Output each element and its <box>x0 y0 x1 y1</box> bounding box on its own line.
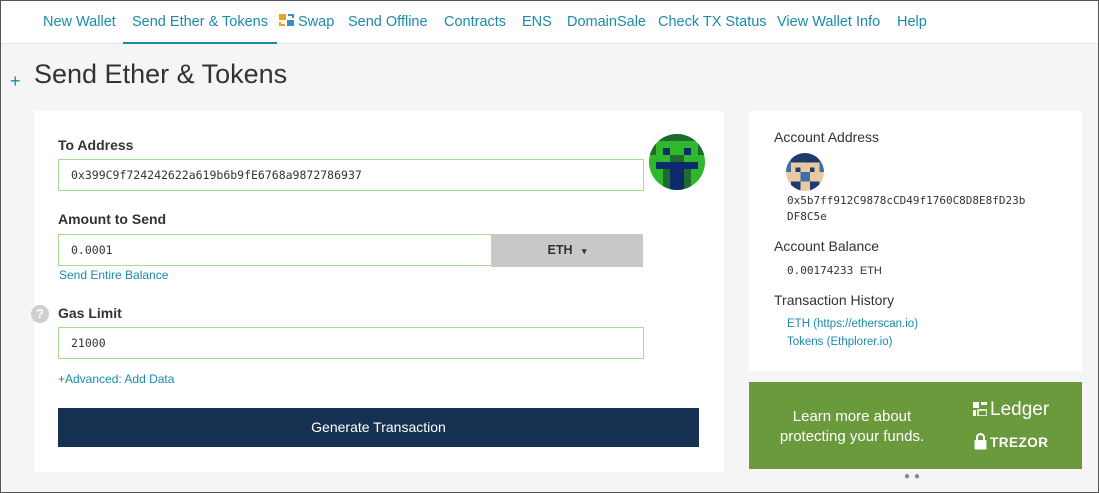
currency-dropdown[interactable]: ETH ▾ <box>491 234 643 267</box>
account-address-label: Account Address <box>774 129 880 145</box>
account-address-line1: 0x5b7ff912C9878cCD49f1760C8D8E8fD23b <box>787 194 1026 207</box>
send-form-panel: To Address Amount to Send ETH ▾ Send Ent… <box>34 111 724 472</box>
amount-label: Amount to Send <box>58 211 167 227</box>
plus-icon[interactable]: + <box>10 71 21 92</box>
top-nav: New Wallet Send Ether & Tokens Swap Send… <box>1 1 1098 44</box>
to-address-identicon <box>649 134 705 190</box>
nav-send-offline[interactable]: Send Offline <box>348 1 428 44</box>
to-address-label: To Address <box>58 137 134 153</box>
gas-limit-label: Gas Limit <box>58 305 122 321</box>
account-identicon <box>786 153 824 191</box>
etherscan-link[interactable]: ETH (https://etherscan.io) <box>787 318 918 330</box>
account-address-line2: DF8C5e <box>787 210 827 223</box>
currency-label: ETH <box>547 243 573 257</box>
nav-new-wallet[interactable]: New Wallet <box>43 1 116 44</box>
ethplorer-link[interactable]: Tokens (Ethplorer.io) <box>787 336 892 348</box>
generate-transaction-button[interactable]: Generate Transaction <box>58 408 699 447</box>
gas-limit-input[interactable] <box>58 327 644 359</box>
nav-send-ether-tokens[interactable]: Send Ether & Tokens <box>123 1 277 44</box>
nav-swap-label: Swap <box>298 14 335 30</box>
to-address-input[interactable] <box>58 159 644 191</box>
nav-contracts[interactable]: Contracts <box>444 1 506 44</box>
nav-help[interactable]: Help <box>897 1 927 44</box>
help-icon[interactable]: ? <box>31 305 49 323</box>
swap-icon <box>279 14 294 26</box>
send-entire-balance-link[interactable]: Send Entire Balance <box>59 268 168 282</box>
carousel-dots[interactable]: ●● <box>904 471 924 482</box>
balance-amount: 0.00174233 <box>787 264 854 277</box>
nav-swap[interactable]: Swap <box>279 1 334 44</box>
trezor-label: TREZOR <box>990 435 1049 450</box>
account-balance-value: 0.00174233 ETH <box>787 263 882 279</box>
hardware-wallet-promo[interactable]: Learn more about protecting your funds. … <box>749 382 1082 469</box>
nav-view-wallet-info[interactable]: View Wallet Info <box>777 1 880 44</box>
ledger-icon <box>973 402 988 417</box>
account-balance-label: Account Balance <box>774 238 880 254</box>
account-panel: Account Address 0x5b7ff912C9878cCD49f176… <box>749 111 1082 371</box>
trezor-icon <box>974 433 987 450</box>
caret-down-icon: ▾ <box>581 246 587 256</box>
trezor-logo: TREZOR <box>974 433 1049 450</box>
nav-domainsale[interactable]: DomainSale <box>567 1 646 44</box>
advanced-add-data-link[interactable]: +Advanced: Add Data <box>58 372 174 386</box>
page-title: Send Ether & Tokens <box>34 59 288 89</box>
transaction-history-label: Transaction History <box>774 292 895 308</box>
nav-check-tx-status[interactable]: Check TX Status <box>658 1 767 44</box>
nav-ens[interactable]: ENS <box>522 1 552 44</box>
balance-unit: ETH <box>859 265 882 277</box>
ledger-label: Ledger <box>990 399 1050 420</box>
amount-input[interactable] <box>58 234 492 266</box>
promo-text: Learn more about protecting your funds. <box>779 408 925 445</box>
ledger-logo: Ledger <box>973 399 1049 421</box>
